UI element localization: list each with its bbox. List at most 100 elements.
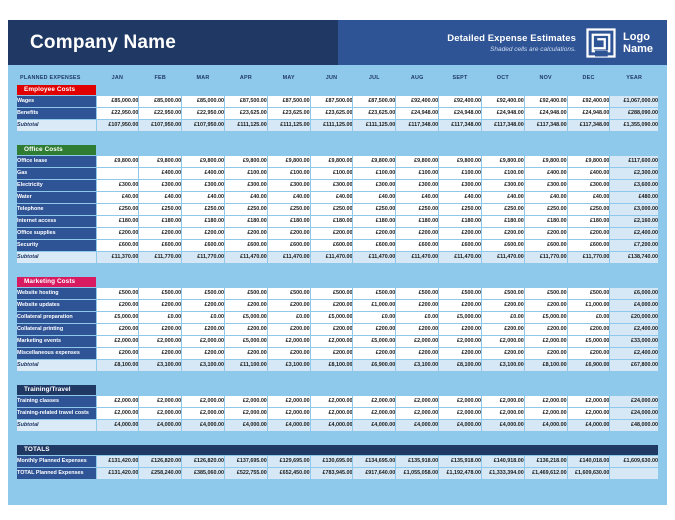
cell-value[interactable]: £600.00 xyxy=(567,240,610,251)
cell-value[interactable]: £180.00 xyxy=(139,216,182,227)
table-row[interactable]: Security £600.00 £600.00 £600.00 £600.00 £600… xyxy=(17,240,658,251)
cell-value[interactable]: £4,000.00 xyxy=(353,420,396,431)
cell-value[interactable]: £0.00 xyxy=(567,312,610,323)
table-row[interactable]: Office lease £9,800.00 £9,800.00 £9,800.00 £… xyxy=(17,156,658,167)
cell-value[interactable]: £5,000.00 xyxy=(224,336,267,347)
cell-value[interactable]: £500.00 xyxy=(224,288,267,299)
cell-value[interactable]: £9,800.00 xyxy=(139,156,182,167)
cell-value[interactable]: £117,348.00 xyxy=(524,120,567,131)
cell-value[interactable]: £100.00 xyxy=(267,168,310,179)
cell-value[interactable]: £200.00 xyxy=(224,300,267,311)
cell-value[interactable]: £200.00 xyxy=(439,300,481,311)
cell-value[interactable]: £400.00 xyxy=(182,168,224,179)
cell-value[interactable]: £200.00 xyxy=(353,348,396,359)
cell-year-total[interactable]: £2,400.00 xyxy=(610,324,658,335)
cell-value[interactable]: £1,192,478.00 xyxy=(439,468,481,479)
cell-year-total[interactable]: £3,600.00 xyxy=(610,180,658,191)
cell-value[interactable]: £40.00 xyxy=(267,192,310,203)
cell-value[interactable]: £200.00 xyxy=(439,348,481,359)
cell-value[interactable]: £40.00 xyxy=(481,192,524,203)
cell-value[interactable]: £200.00 xyxy=(224,348,267,359)
cell-value[interactable]: £92,400.00 xyxy=(567,96,610,107)
cell-value[interactable]: £1,000.00 xyxy=(567,300,610,311)
cell-value[interactable]: £600.00 xyxy=(182,240,224,251)
cell-value[interactable]: £600.00 xyxy=(481,240,524,251)
cell-value[interactable]: £8,100.00 xyxy=(96,360,139,371)
cell-value[interactable]: £4,000.00 xyxy=(439,420,481,431)
cell-value[interactable]: £2,000.00 xyxy=(182,336,224,347)
cell-year-total[interactable]: £117,600.00 xyxy=(610,156,658,167)
cell-value[interactable]: £2,000.00 xyxy=(310,396,353,407)
cell-value[interactable]: £200.00 xyxy=(96,348,139,359)
cell-year-total[interactable]: £2,400.00 xyxy=(610,348,658,359)
cell-value[interactable]: £200.00 xyxy=(139,300,182,311)
cell-value[interactable]: £200.00 xyxy=(224,228,267,239)
cell-value[interactable]: £180.00 xyxy=(481,216,524,227)
cell-value[interactable]: £4,000.00 xyxy=(481,420,524,431)
cell-value[interactable]: £2,000.00 xyxy=(139,396,182,407)
cell-value[interactable]: £500.00 xyxy=(481,288,524,299)
cell-value[interactable]: £200.00 xyxy=(396,228,439,239)
cell-value[interactable]: £250.00 xyxy=(182,204,224,215)
cell-value[interactable]: £4,000.00 xyxy=(139,420,182,431)
cell-value[interactable]: £6,900.00 xyxy=(353,360,396,371)
cell-value[interactable]: £2,000.00 xyxy=(267,336,310,347)
cell-value[interactable]: £2,000.00 xyxy=(524,408,567,419)
cell-value[interactable]: £200.00 xyxy=(182,324,224,335)
cell-value[interactable]: £2,000.00 xyxy=(267,396,310,407)
cell-value[interactable]: £180.00 xyxy=(524,216,567,227)
table-row[interactable]: Collateral preparation £5,000.00 £0.00 £0.0… xyxy=(17,312,658,323)
cell-value[interactable]: £24,948.00 xyxy=(439,108,481,119)
cell-year-total[interactable]: £7,200.00 xyxy=(610,240,658,251)
cell-value[interactable]: £200.00 xyxy=(439,228,481,239)
cell-value[interactable]: £300.00 xyxy=(139,180,182,191)
cell-value[interactable]: £180.00 xyxy=(567,216,610,227)
cell-value[interactable]: £0.00 xyxy=(353,312,396,323)
cell-value[interactable]: £2,000.00 xyxy=(224,396,267,407)
cell-value[interactable]: £200.00 xyxy=(96,300,139,311)
cell-value[interactable]: £134,695.00 xyxy=(353,456,396,467)
cell-value[interactable]: £8,100.00 xyxy=(439,360,481,371)
cell-value[interactable]: £500.00 xyxy=(96,288,139,299)
cell-value[interactable]: £1,609,630.00 xyxy=(567,468,610,479)
cell-value[interactable]: £11,470.00 xyxy=(481,252,524,263)
cell-value[interactable]: £40.00 xyxy=(396,192,439,203)
cell-value[interactable]: £200.00 xyxy=(524,300,567,311)
cell-value[interactable]: £300.00 xyxy=(567,180,610,191)
cell-value[interactable]: £9,800.00 xyxy=(567,156,610,167)
table-row[interactable]: Office supplies £200.00 £200.00 £200.00 £200… xyxy=(17,228,658,239)
cell-value[interactable]: £600.00 xyxy=(310,240,353,251)
cell-value[interactable]: £200.00 xyxy=(267,324,310,335)
cell-value[interactable]: £180.00 xyxy=(353,216,396,227)
cell-value[interactable]: £2,000.00 xyxy=(396,336,439,347)
cell-value[interactable]: £500.00 xyxy=(310,288,353,299)
cell-value[interactable]: £111,125.00 xyxy=(224,120,267,131)
cell-value[interactable]: £400.00 xyxy=(524,168,567,179)
cell-value[interactable]: £250.00 xyxy=(524,204,567,215)
cell-value[interactable]: £107,950.00 xyxy=(182,120,224,131)
cell-value[interactable]: £200.00 xyxy=(396,324,439,335)
cell-value[interactable]: £85,000.00 xyxy=(96,96,139,107)
cell-year-total[interactable] xyxy=(610,468,658,479)
cell-value[interactable]: £300.00 xyxy=(224,180,267,191)
cell-value[interactable]: £100.00 xyxy=(396,168,439,179)
cell-value[interactable]: £40.00 xyxy=(224,192,267,203)
cell-year-total[interactable]: £6,000.00 xyxy=(610,288,658,299)
cell-year-total[interactable]: £20,000.00 xyxy=(610,312,658,323)
cell-value[interactable]: £4,000.00 xyxy=(396,420,439,431)
cell-value[interactable]: £5,000.00 xyxy=(96,312,139,323)
cell-value[interactable]: £2,000.00 xyxy=(481,336,524,347)
cell-value[interactable]: £2,000.00 xyxy=(182,408,224,419)
cell-value[interactable]: £2,000.00 xyxy=(439,396,481,407)
cell-value[interactable]: £9,800.00 xyxy=(96,156,139,167)
cell-value[interactable]: £9,800.00 xyxy=(182,156,224,167)
cell-value[interactable]: £117,348.00 xyxy=(567,120,610,131)
cell-value[interactable]: £300.00 xyxy=(353,180,396,191)
cell-value[interactable]: £2,000.00 xyxy=(310,408,353,419)
cell-value[interactable]: £40.00 xyxy=(96,192,139,203)
cell-year-total[interactable]: £24,000.00 xyxy=(610,396,658,407)
cell-value[interactable]: £400.00 xyxy=(139,168,182,179)
cell-value[interactable]: £4,000.00 xyxy=(310,420,353,431)
cell-value[interactable]: £600.00 xyxy=(267,240,310,251)
cell-value[interactable]: £250.00 xyxy=(139,204,182,215)
